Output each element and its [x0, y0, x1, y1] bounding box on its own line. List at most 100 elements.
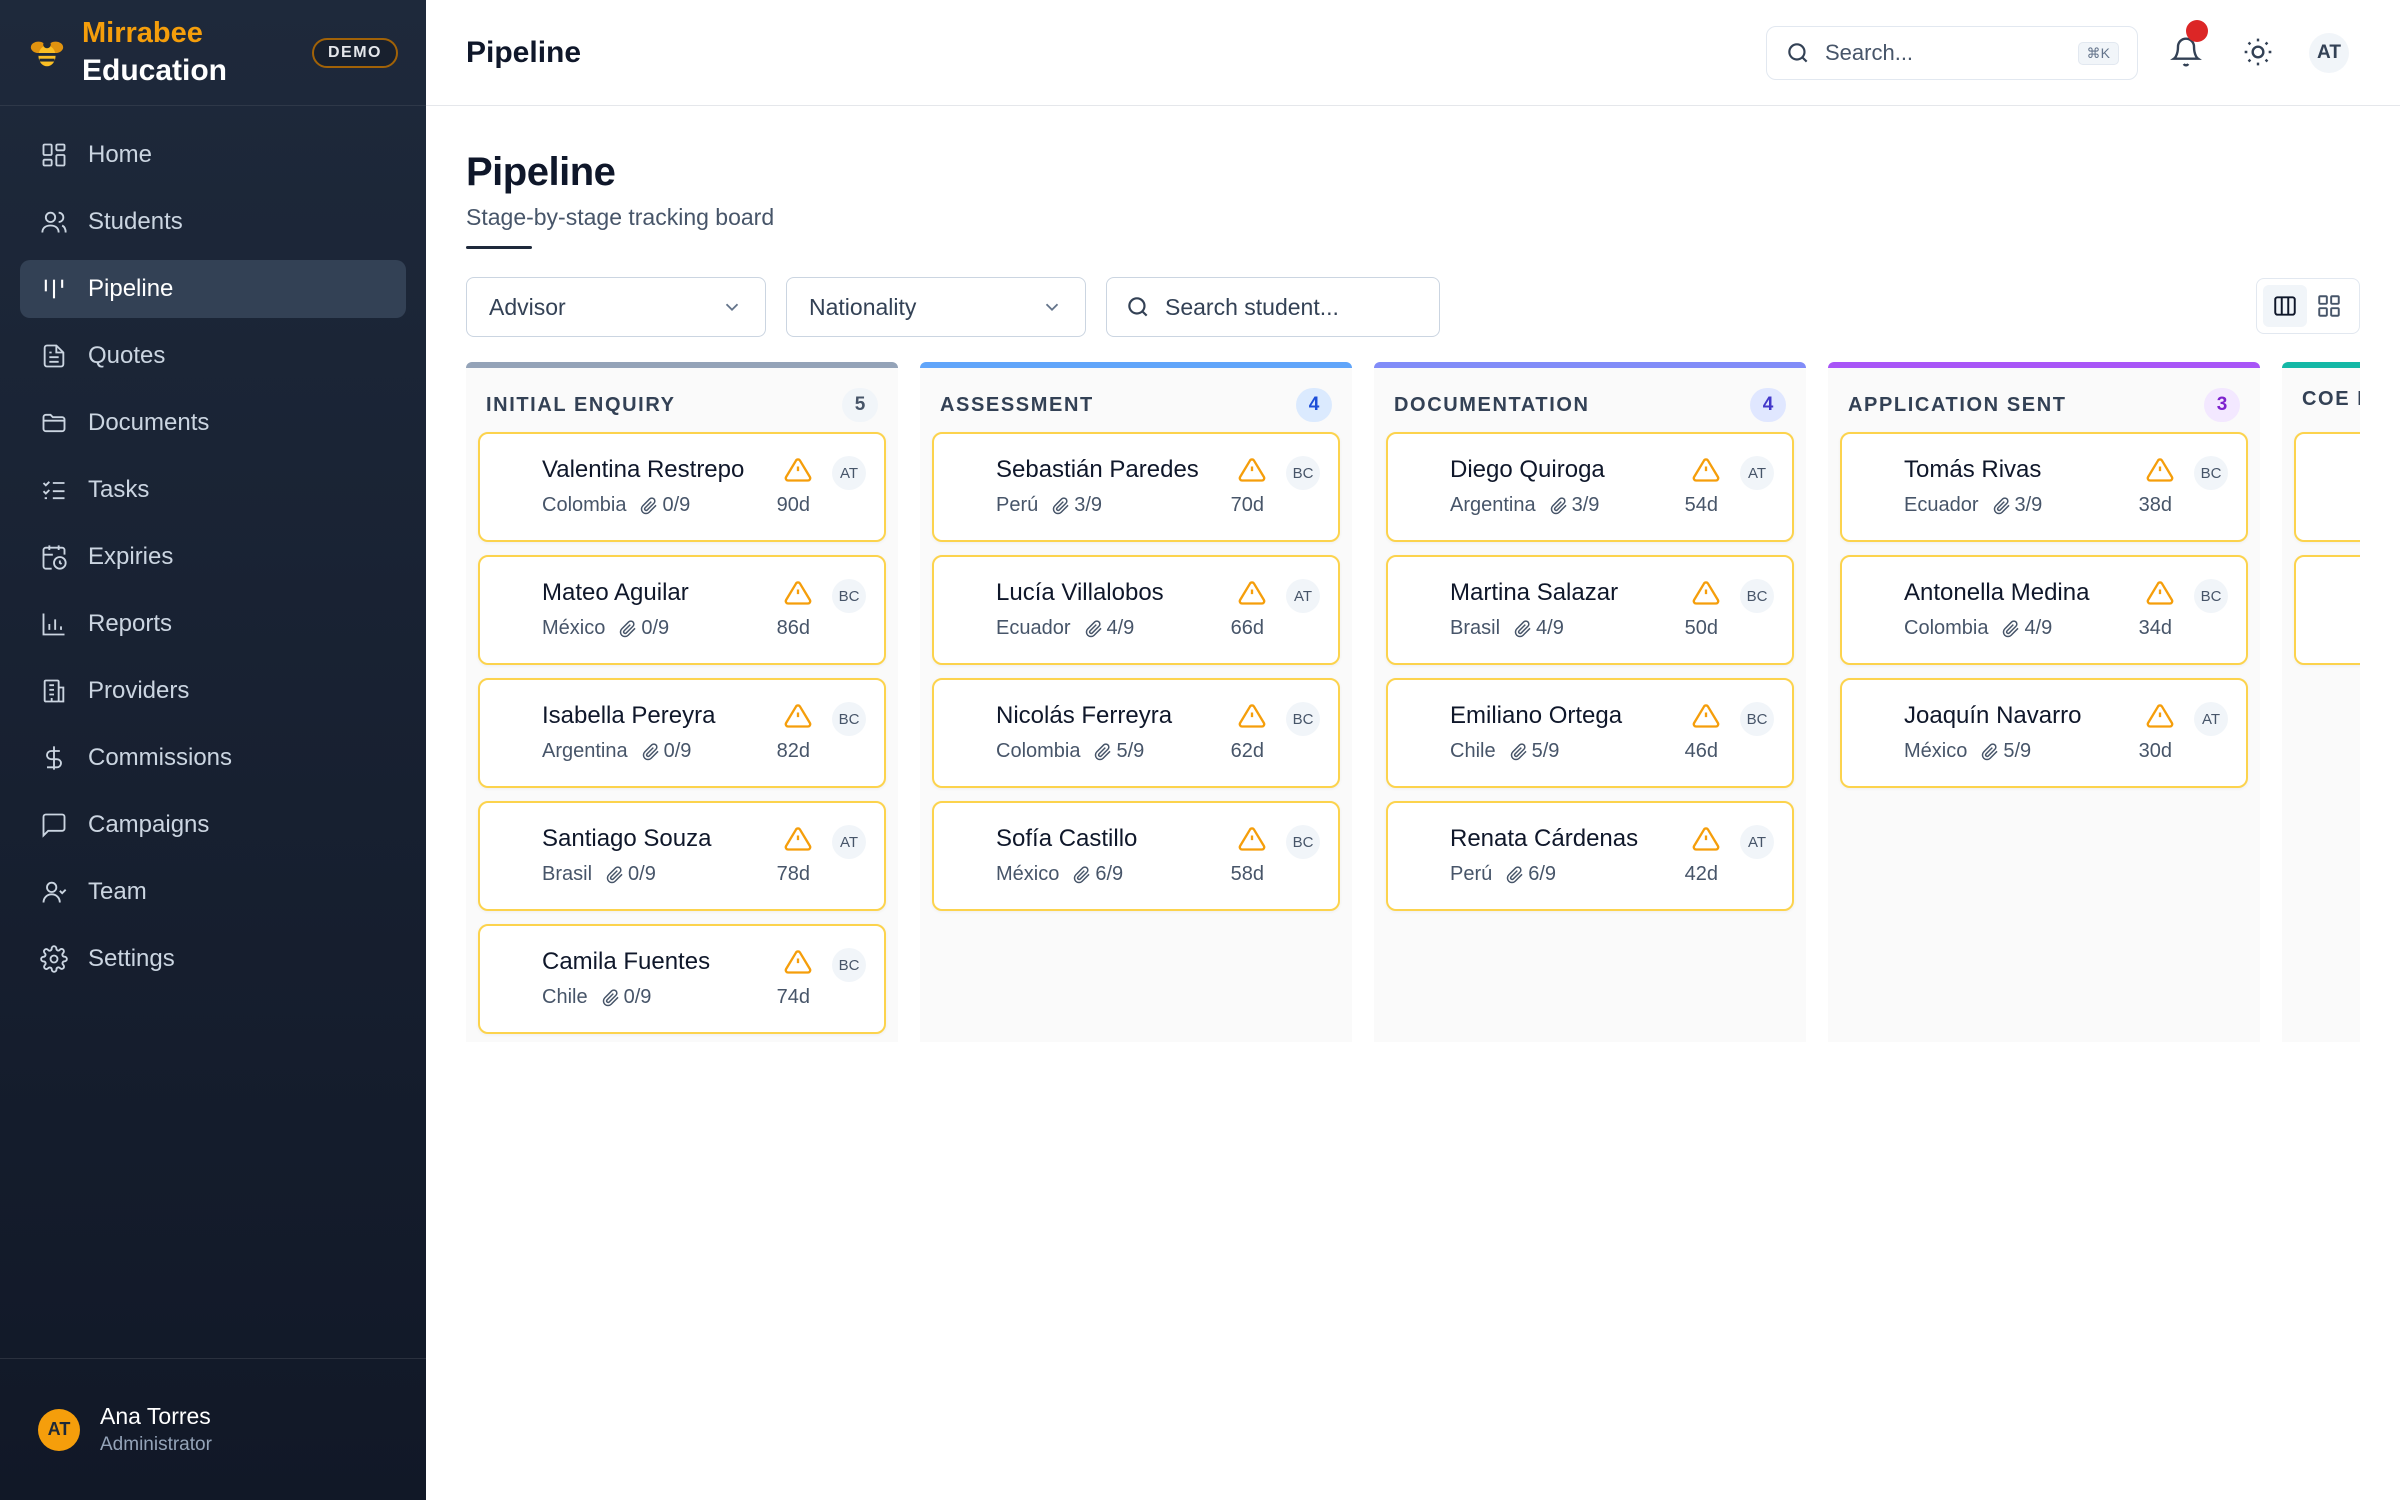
- paperclip-icon: [1074, 865, 1090, 883]
- student-name: Renata Cárdenas: [1450, 825, 1639, 852]
- user-profile[interactable]: AT Ana Torres Administrator: [0, 1358, 426, 1500]
- student-card[interactable]: [2294, 555, 2360, 665]
- column-cards: Tomás Rivas BC Ecuador 3/9 38d Antonella Medi…: [1840, 432, 2248, 801]
- document-progress: 5/9: [1531, 740, 1560, 762]
- student-country: Perú: [1450, 863, 1493, 885]
- student-card[interactable]: Lucía Villalobos AT Ecuador 4/9 66d: [932, 555, 1340, 665]
- pipeline-column: INITIAL ENQUIRY 5 Valentina Restrepo AT Colo…: [466, 362, 898, 1042]
- column-count-badge: 5: [842, 388, 878, 422]
- student-country: Chile: [1450, 740, 1496, 762]
- grid-view-button[interactable]: [2307, 285, 2351, 327]
- student-country: Ecuador: [996, 617, 1071, 639]
- student-card[interactable]: Nicolás Ferreyra BC Colombia 5/9 62d: [932, 678, 1340, 788]
- student-card[interactable]: Mateo Aguilar BC México 0/9 86d: [478, 555, 886, 665]
- days-in-stage: 42d: [1684, 863, 1718, 885]
- sidebar-item-expiries[interactable]: Expiries: [20, 528, 406, 586]
- warning-icon: [1692, 581, 1720, 605]
- column-color-bar: [920, 362, 1352, 368]
- student-meta: Chile 0/9: [542, 986, 651, 1009]
- days-in-stage: 34d: [2138, 617, 2172, 639]
- student-search-input[interactable]: Search student...: [1106, 277, 1440, 337]
- student-name: Emiliano Ortega: [1450, 702, 1623, 729]
- student-name: Tomás Rivas: [1904, 456, 2042, 483]
- student-name: Sofía Castillo: [996, 825, 1138, 852]
- advisor-select-value: Advisor: [489, 293, 566, 320]
- paperclip-icon: [641, 496, 658, 514]
- warning-icon: [1238, 704, 1266, 728]
- sidebar-item-label: Team: [88, 878, 147, 905]
- student-card[interactable]: Santiago Souza AT Brasil 0/9 78d: [478, 801, 886, 911]
- global-search-input[interactable]: Search... ⌘K: [1766, 26, 2138, 80]
- paperclip-icon: [606, 865, 623, 883]
- sidebar-item-documents[interactable]: Documents: [20, 394, 406, 452]
- column-color-bar: [1828, 362, 2260, 368]
- paperclip-icon: [1514, 619, 1531, 637]
- student-meta: Argentina 0/9: [542, 740, 691, 763]
- student-card[interactable]: Diego Quiroga AT Argentina 3/9 54d: [1386, 432, 1794, 542]
- student-card[interactable]: Sofía Castillo BC México 6/9 58d: [932, 801, 1340, 911]
- warning-icon: [784, 581, 812, 605]
- advisor-avatar: AT: [2194, 702, 2228, 736]
- theme-toggle-button[interactable]: [2238, 32, 2278, 72]
- student-card[interactable]: Isabella Pereyra BC Argentina 0/9 82d: [478, 678, 886, 788]
- column-cards: Valentina Restrepo AT Colombia 0/9 90d Mateo …: [478, 432, 886, 1047]
- advisor-select[interactable]: Advisor: [466, 277, 766, 337]
- student-card[interactable]: Joaquín Navarro AT México 5/9 30d: [1840, 678, 2248, 788]
- document-progress: 6/9: [1528, 863, 1557, 885]
- sidebar-item-home[interactable]: Home: [20, 126, 406, 184]
- sidebar-item-campaigns[interactable]: Campaigns: [20, 796, 406, 854]
- paperclip-icon: [620, 619, 636, 637]
- search-icon: [1128, 297, 1148, 317]
- paperclip-icon: [1095, 742, 1112, 760]
- sidebar-item-label: Reports: [88, 610, 173, 637]
- grid-icon: [42, 143, 66, 167]
- chevron-down-icon: [1045, 303, 1059, 312]
- sidebar-item-tasks[interactable]: Tasks: [20, 461, 406, 519]
- avatar[interactable]: AT: [2309, 33, 2349, 73]
- advisor-avatar: BC: [1286, 825, 1320, 859]
- student-country: Argentina: [542, 740, 628, 762]
- paperclip-icon: [1550, 496, 1567, 514]
- student-card[interactable]: Valentina Restrepo AT Colombia 0/9 90d: [478, 432, 886, 542]
- student-card[interactable]: Sebastián Paredes BC Perú 3/9 70d: [932, 432, 1340, 542]
- student-card[interactable]: Renata Cárdenas AT Perú 6/9 42d: [1386, 801, 1794, 911]
- sidebar-item-students[interactable]: Students: [20, 193, 406, 251]
- pipeline-column: ASSESSMENT 4 Sebastián Paredes BC Perú 3/9 70d…: [920, 362, 1352, 1042]
- nationality-select[interactable]: Nationality: [786, 277, 1086, 337]
- student-country: Colombia: [996, 740, 1081, 762]
- student-card[interactable]: Martina Salazar BC Brasil 4/9 50d: [1386, 555, 1794, 665]
- advisor-avatar: BC: [1286, 456, 1320, 490]
- sidebar: Mirrabee Education DEMO Home Students Pi…: [0, 0, 426, 1500]
- sidebar-item-label: Documents: [88, 409, 210, 436]
- pipeline-column: COE R: [2282, 362, 2360, 1042]
- sidebar-item-commissions[interactable]: Commissions: [20, 729, 406, 787]
- user-role: Administrator: [100, 1434, 212, 1455]
- student-card[interactable]: [2294, 432, 2360, 542]
- sidebar-item-pipeline[interactable]: Pipeline: [20, 260, 406, 318]
- warning-icon: [784, 458, 812, 482]
- student-card[interactable]: Tomás Rivas BC Ecuador 3/9 38d: [1840, 432, 2248, 542]
- days-in-stage: 54d: [1684, 494, 1718, 516]
- student-card[interactable]: Camila Fuentes BC Chile 0/9 74d: [478, 924, 886, 1034]
- student-meta: Colombia 0/9: [542, 494, 690, 517]
- column-title: COE R: [2302, 388, 2360, 410]
- board-view-button[interactable]: [2263, 285, 2307, 327]
- sidebar-item-quotes[interactable]: Quotes: [20, 327, 406, 385]
- warning-icon: [784, 704, 812, 728]
- advisor-avatar: AT: [832, 456, 866, 490]
- days-in-stage: 70d: [1230, 494, 1264, 516]
- days-in-stage: 82d: [776, 740, 810, 762]
- pipeline-column: DOCUMENTATION 4 Diego Quiroga AT Argentina 3/…: [1374, 362, 1806, 1042]
- column-color-bar: [1374, 362, 1806, 368]
- sidebar-item-reports[interactable]: Reports: [20, 595, 406, 653]
- document-progress: 3/9: [1571, 494, 1600, 516]
- bee-logo-icon: [30, 40, 64, 66]
- sidebar-item-settings[interactable]: Settings: [20, 930, 406, 988]
- student-card[interactable]: Emiliano Ortega BC Chile 5/9 46d: [1386, 678, 1794, 788]
- sidebar-item-providers[interactable]: Providers: [20, 662, 406, 720]
- brand: Mirrabee Education DEMO: [0, 0, 426, 106]
- sidebar-item-team[interactable]: Team: [20, 863, 406, 921]
- document-progress: 0/9: [628, 863, 656, 885]
- student-card[interactable]: Antonella Medina BC Colombia 4/9 34d: [1840, 555, 2248, 665]
- notifications-button[interactable]: [2166, 20, 2208, 72]
